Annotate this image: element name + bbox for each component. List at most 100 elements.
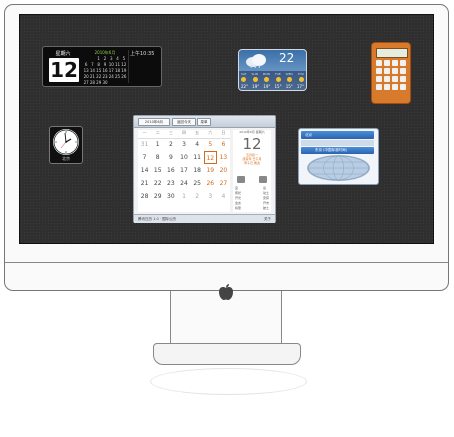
day-cell[interactable]: 3 <box>204 190 217 203</box>
calculator-key[interactable] <box>392 68 398 74</box>
today-button[interactable]: 返回今天 <box>172 118 196 126</box>
day-cell[interactable]: 23 <box>164 177 177 190</box>
calculator-key[interactable] <box>376 60 382 66</box>
day-cell[interactable]: 17 <box>177 164 190 177</box>
day-cell[interactable]: 30 <box>164 190 177 203</box>
calculator-key[interactable] <box>400 60 406 66</box>
day-cell[interactable]: 20 <box>217 164 230 177</box>
calculator-key[interactable] <box>384 76 390 82</box>
day-cell[interactable]: 25 <box>191 177 204 190</box>
day-cell[interactable]: 22 <box>151 177 164 190</box>
forecast-day: SUN <box>251 72 258 76</box>
calculator-widget[interactable] <box>371 42 411 104</box>
day-cell[interactable]: 13 <box>217 151 230 164</box>
calendar-widget[interactable]: 2010年6月 返回今天 菜单 一二三四五六日 31 1 2 3 4 5 6 7 8 9 10 11 1… <box>133 115 276 223</box>
about-link[interactable]: 关于 <box>264 215 271 223</box>
day-cell[interactable]: 27 <box>217 177 230 190</box>
forecast-temps: 22° 19° 19° 15° 15° 17° <box>241 84 304 89</box>
divider <box>128 50 129 83</box>
city-bar-secondary[interactable]: 东京 (中国标准时间) <box>301 147 374 154</box>
day-cell[interactable]: 19 <box>204 164 217 177</box>
weekday-label: 五 <box>195 130 200 135</box>
weekday-label: 一 <box>142 130 147 135</box>
forecast-day: THU <box>297 72 304 76</box>
globe-icon <box>307 155 370 181</box>
flip-clock-widget[interactable]: 星期六 12 2010年6月 1 2 3 4 5 6 7 8 9 10 11 12 13 14 15 16 17… <box>42 46 162 87</box>
day-cell[interactable]: 8 <box>151 151 164 164</box>
day-cell[interactable]: 16 <box>164 164 177 177</box>
calculator-key[interactable] <box>400 84 406 90</box>
month-selector-button[interactable]: 2010年6月 <box>138 118 170 126</box>
clock-face-icon <box>53 129 79 155</box>
forecast-strip: SAT SUN MON TUE WED THU 22° 19° 19° 15° 15° 17° <box>239 71 306 90</box>
clock-city-label: 北京 <box>62 156 70 161</box>
menu-button[interactable]: 菜单 <box>197 118 211 126</box>
day-cell[interactable]: 18 <box>191 164 204 177</box>
day-cell[interactable]: 6 <box>217 138 230 151</box>
status-text: 腾讯日历 1.0 · 国际公历 <box>138 217 177 221</box>
sun-icon <box>275 77 281 82</box>
day-cell[interactable]: 28 <box>138 190 151 203</box>
calculator-key[interactable] <box>392 60 398 66</box>
calculator-key[interactable] <box>384 84 390 90</box>
day-cell[interactable]: 11 <box>191 151 204 164</box>
day-cell[interactable]: 14 <box>138 164 151 177</box>
day-cell[interactable]: 9 <box>164 151 177 164</box>
forecast-day: SAT <box>241 72 247 76</box>
day-cell[interactable]: 29 <box>151 190 164 203</box>
calculator-key[interactable] <box>376 84 382 90</box>
day-cell[interactable]: 2 <box>191 190 204 203</box>
forecast-temp: 17° <box>296 84 304 89</box>
day-cell[interactable]: 26 <box>204 177 217 190</box>
day-cell[interactable]: 5 <box>204 138 217 151</box>
weather-widget[interactable]: 22 SAT SUN MON TUE WED THU 22° 19° 19° 15° 15° 17° <box>238 49 307 91</box>
city-bar-primary[interactable]: 北京 <box>301 131 374 139</box>
calculator-key[interactable] <box>384 68 390 74</box>
day-cell[interactable]: 2 <box>164 138 177 151</box>
date-card: 星期六 12 <box>47 50 79 83</box>
lunar-line: 甲子日 属虎 <box>244 161 260 165</box>
lunar-info: 五月初一 庚寅年 壬午月 甲子日 属虎 <box>233 153 271 165</box>
sun-icon <box>287 77 293 82</box>
day-cell[interactable]: 4 <box>191 138 204 151</box>
almanac-icons <box>237 176 267 183</box>
day-cell[interactable]: 1 <box>177 190 190 203</box>
calculator-key[interactable] <box>384 60 390 66</box>
day-cell[interactable]: 7 <box>138 151 151 164</box>
day-cell[interactable]: 1 <box>151 138 164 151</box>
sun-icon <box>252 77 258 82</box>
analog-clock-widget[interactable]: 北京 <box>49 126 83 164</box>
day-cell[interactable]: 15 <box>151 164 164 177</box>
day-cell[interactable]: 21 <box>138 177 151 190</box>
weekday-label: 三 <box>168 130 173 135</box>
day-cell[interactable]: 12 <box>203 151 217 164</box>
monitor-stand-foot <box>153 343 301 365</box>
day-number: 12 <box>49 58 79 82</box>
calculator-key[interactable] <box>392 76 398 82</box>
day-cell[interactable]: 3 <box>177 138 190 151</box>
day-cell[interactable]: 24 <box>177 177 190 190</box>
weekday-label: 二 <box>155 130 160 135</box>
forecast-temp: 19° <box>252 84 260 89</box>
month-grid: 一二三四五六日 31 1 2 3 4 5 6 7 8 9 10 11 12 13 14 15 16 17 18 19 2… <box>138 130 230 212</box>
calculator-key[interactable] <box>392 84 398 90</box>
mini-calendar-day: 12 <box>121 62 127 67</box>
weekday-label: 星期六 <box>55 51 71 57</box>
calculator-key[interactable] <box>400 76 406 82</box>
calculator-keypad[interactable] <box>376 60 406 90</box>
avoid-item: 破土 <box>262 206 269 210</box>
calculator-key[interactable] <box>376 68 382 74</box>
detail-day-number: 12 <box>242 135 262 153</box>
monitor-chin-divider <box>5 262 448 263</box>
suitable-icon <box>237 176 245 183</box>
day-cell[interactable]: 31 <box>138 138 151 151</box>
calculator-key[interactable] <box>376 76 382 82</box>
day-cell[interactable]: 4 <box>217 190 230 203</box>
world-clock-widget[interactable]: 北京 东京 (中国标准时间) <box>298 128 379 185</box>
calculator-key[interactable] <box>400 68 406 74</box>
apple-logo-icon <box>219 284 233 300</box>
weekday-label: 四 <box>181 130 186 135</box>
calendar-toolbar: 2010年6月 返回今天 菜单 <box>134 116 275 128</box>
suitable-item: 嫁娶 <box>235 206 242 210</box>
day-cell[interactable]: 10 <box>177 151 190 164</box>
